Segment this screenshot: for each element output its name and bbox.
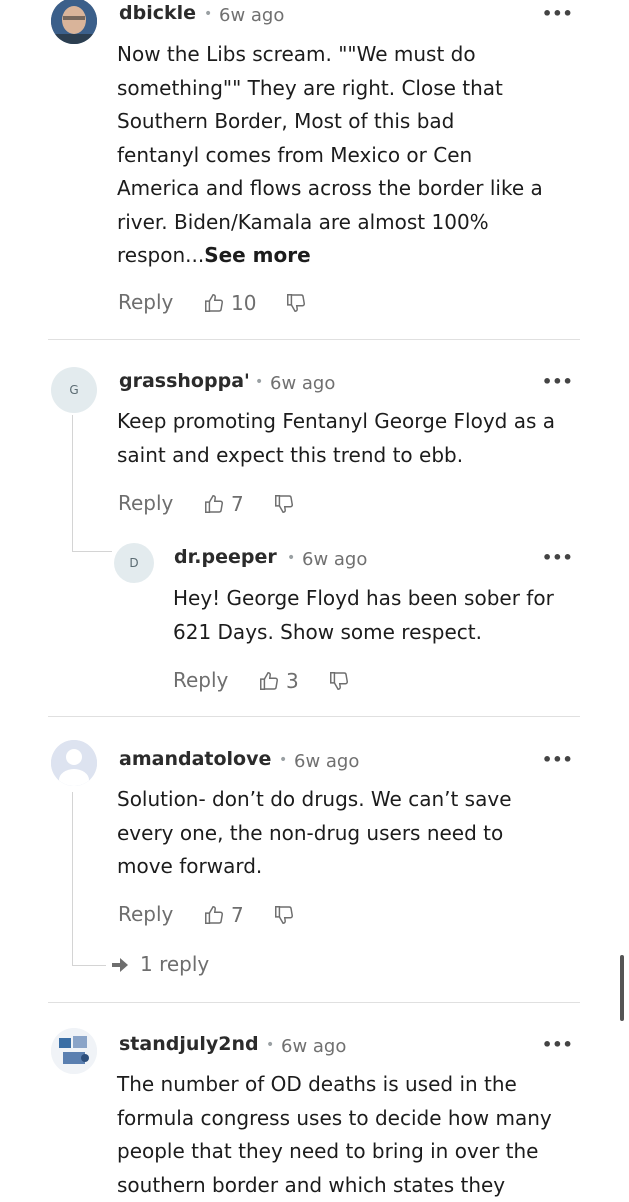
separator-dot: • (266, 1037, 274, 1053)
comment-timestamp: 6w ago (294, 751, 359, 772)
avatar-letter: D (129, 556, 138, 570)
comment-timestamp: 6w ago (270, 373, 335, 394)
comment-line: every one, the non-drug users need to (117, 817, 512, 851)
thread-connector (72, 415, 73, 552)
thumbs-up-icon[interactable] (203, 493, 225, 515)
thumbs-down-icon[interactable] (328, 670, 350, 692)
comment-line: fentanyl comes from Mexico or Cen (117, 139, 543, 173)
separator-dot: • (255, 374, 263, 390)
separator-dot: • (287, 550, 295, 566)
comment-divider (48, 1002, 580, 1003)
thumbs-down-icon[interactable] (273, 904, 295, 926)
more-options-icon[interactable]: ••• (542, 4, 573, 23)
comment-body: Now the Libs scream. ""We must do someth… (117, 38, 543, 273)
comment-line: Now the Libs scream. ""We must do (117, 38, 543, 72)
comment-username[interactable]: amandatolove (119, 748, 271, 770)
avatar[interactable] (51, 1028, 97, 1074)
comment-username[interactable]: dbickle (119, 2, 196, 24)
comment-line: Solution- don’t do drugs. We can’t save (117, 783, 512, 817)
comment-username[interactable]: dr.peeper (174, 546, 277, 568)
avatar-letter: G (69, 383, 78, 397)
like-count: 10 (231, 291, 256, 315)
avatar[interactable] (51, 740, 97, 786)
avatar[interactable] (51, 0, 97, 44)
more-options-icon[interactable]: ••• (542, 548, 573, 567)
scrollbar-thumb[interactable] (620, 955, 624, 1021)
like-count: 7 (231, 492, 244, 516)
more-options-icon[interactable]: ••• (542, 750, 573, 769)
separator-dot: • (204, 6, 212, 22)
view-replies-link[interactable]: 1 reply (140, 952, 209, 976)
thread-connector (72, 792, 73, 965)
comment-line: people that they need to bring in over t… (117, 1135, 552, 1169)
comment-line: respon...See more (117, 239, 543, 273)
comment-body: The number of OD deaths is used in the f… (117, 1068, 552, 1202)
profile-photo-icon (51, 1028, 97, 1074)
reply-button[interactable]: Reply (118, 491, 173, 515)
reply-button[interactable]: Reply (173, 668, 228, 692)
thumbs-up-icon[interactable] (203, 292, 225, 314)
comment-timestamp: 6w ago (281, 1036, 346, 1057)
profile-photo-icon (51, 0, 97, 44)
reply-button[interactable]: Reply (118, 902, 173, 926)
separator-dot: • (279, 752, 287, 768)
comment-body: Solution- don’t do drugs. We can’t save … (117, 783, 512, 884)
see-more-link[interactable]: See more (204, 243, 311, 267)
more-options-icon[interactable]: ••• (542, 372, 573, 391)
comment-line: Southern Border, Most of this bad (117, 105, 543, 139)
comment-line: The number of OD deaths is used in the (117, 1068, 552, 1102)
comment-divider (48, 716, 580, 717)
reply-button[interactable]: Reply (118, 290, 173, 314)
thread-connector (72, 965, 106, 966)
thumbs-up-icon[interactable] (258, 670, 280, 692)
truncated-text: respon... (117, 243, 204, 267)
default-avatar-icon (51, 740, 97, 786)
thumbs-down-icon[interactable] (273, 493, 295, 515)
like-count: 7 (231, 903, 244, 927)
comment-line: 621 Days. Show some respect. (173, 616, 554, 650)
like-count: 3 (286, 669, 299, 693)
comment-line: Hey! George Floyd has been sober for (173, 582, 554, 616)
comment-line: river. Biden/Kamala are almost 100% (117, 206, 543, 240)
comment-body: Hey! George Floyd has been sober for 621… (173, 582, 554, 649)
thumbs-down-icon[interactable] (285, 292, 307, 314)
comment-line: move forward. (117, 850, 512, 884)
comment-line: saint and expect this trend to ebb. (117, 439, 555, 473)
comment-line: southern border and which states they (117, 1169, 552, 1202)
thumbs-up-icon[interactable] (203, 904, 225, 926)
comment-username[interactable]: standjuly2nd (119, 1033, 259, 1055)
comment-username[interactable]: grasshoppa' (119, 370, 250, 392)
avatar[interactable]: G (51, 367, 97, 413)
comment-line: something"" They are right. Close that (117, 72, 543, 106)
thread-connector (72, 551, 112, 552)
reply-arrow-icon[interactable] (110, 956, 130, 974)
comment-line: Keep promoting Fentanyl George Floyd as … (117, 405, 555, 439)
comment-line: formula congress uses to decide how many (117, 1102, 552, 1136)
comment-timestamp: 6w ago (219, 5, 284, 26)
comment-body: Keep promoting Fentanyl George Floyd as … (117, 405, 555, 472)
avatar[interactable]: D (114, 543, 154, 583)
comment-timestamp: 6w ago (302, 549, 367, 570)
comment-divider (48, 339, 580, 340)
more-options-icon[interactable]: ••• (542, 1035, 573, 1054)
comment-line: America and flows across the border like… (117, 172, 543, 206)
